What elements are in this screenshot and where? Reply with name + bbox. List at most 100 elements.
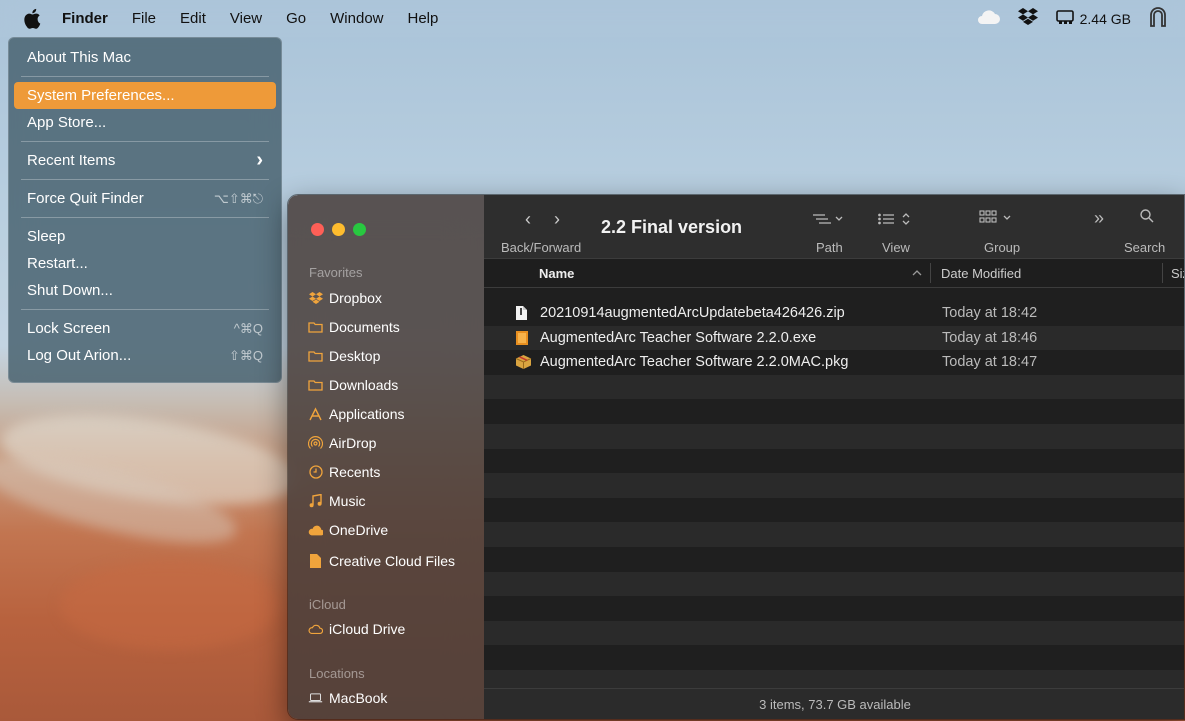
- sidebar-item-label: Music: [329, 493, 366, 509]
- empty-row: [484, 522, 1184, 547]
- menu-separator: [21, 217, 269, 218]
- finder-toolbar: ‹ › Back/Forward 2.2 Final version Path …: [484, 195, 1184, 258]
- sidebar-item-recents[interactable]: Recents: [308, 462, 380, 482]
- view-label: View: [882, 240, 910, 255]
- menu-item-lock-screen[interactable]: Lock Screen ^⌘Q: [14, 315, 276, 342]
- menu-bar: Finder File Edit View Go Window Help 2.4…: [0, 0, 1185, 37]
- menu-item-label: Recent Items: [27, 152, 116, 169]
- menu-item-recent-items[interactable]: Recent Items ›: [14, 147, 276, 174]
- empty-row: [484, 498, 1184, 523]
- music-icon: [308, 494, 323, 509]
- column-name[interactable]: Name: [539, 266, 574, 281]
- sidebar-item-label: Creative Cloud Files: [329, 553, 456, 569]
- document-icon: [308, 554, 323, 569]
- menu-item-log-out[interactable]: Log Out Arion... ⇧⌘Q: [14, 342, 276, 369]
- apple-logo-icon[interactable]: [20, 7, 44, 31]
- cloud-icon[interactable]: [976, 9, 1000, 28]
- menu-window[interactable]: Window: [330, 10, 383, 27]
- menu-finder[interactable]: Finder: [62, 10, 108, 27]
- sidebar-item-downloads[interactable]: Downloads: [308, 375, 398, 395]
- menu-separator: [21, 76, 269, 77]
- menu-item-shut-down[interactable]: Shut Down...: [14, 277, 276, 304]
- close-button[interactable]: [311, 223, 324, 236]
- storage-label: 2.44 GB: [1079, 10, 1131, 27]
- storage-indicator[interactable]: 2.44 GB: [1055, 10, 1131, 27]
- menu-go[interactable]: Go: [286, 10, 306, 27]
- minimize-button[interactable]: [332, 223, 345, 236]
- menu-separator: [21, 309, 269, 310]
- menu-item-app-store[interactable]: App Store...: [14, 109, 276, 136]
- cloud-icon: [308, 622, 323, 637]
- menu-item-sleep[interactable]: Sleep: [14, 223, 276, 250]
- column-divider: [1162, 263, 1163, 283]
- finder-sidebar: Favorites Dropbox Documents Desktop Down…: [288, 195, 484, 719]
- path-icon[interactable]: [812, 213, 844, 228]
- sidebar-item-applications[interactable]: Applications: [308, 404, 405, 424]
- dropbox-icon: [308, 291, 323, 306]
- empty-row: [484, 571, 1184, 597]
- file-date: Today at 18:42: [942, 305, 1038, 322]
- chevron-right-icon: ›: [256, 149, 263, 171]
- menu-item-label: Force Quit Finder: [27, 190, 144, 207]
- path-label: Path: [816, 240, 843, 255]
- menu-view[interactable]: View: [230, 10, 262, 27]
- sidebar-item-label: Dropbox: [329, 290, 382, 306]
- file-date: Today at 18:46: [942, 329, 1038, 346]
- back-button[interactable]: ‹: [525, 209, 531, 230]
- menu-edit[interactable]: Edit: [180, 10, 206, 27]
- sidebar-item-dropbox[interactable]: Dropbox: [308, 288, 382, 308]
- empty-row: [484, 547, 1184, 572]
- file-list: 20210914augmentedArcUpdatebeta426426.zip…: [484, 301, 1184, 695]
- sort-ascending-icon[interactable]: [912, 265, 922, 280]
- file-date: Today at 18:47: [942, 354, 1038, 371]
- sidebar-item-onedrive[interactable]: OneDrive: [308, 520, 388, 540]
- menu-separator: [21, 179, 269, 180]
- sidebar-item-icloud-drive[interactable]: iCloud Drive: [308, 619, 405, 639]
- zoom-button[interactable]: [353, 223, 366, 236]
- dropbox-icon[interactable]: [1017, 8, 1038, 29]
- sidebar-item-label: Downloads: [329, 377, 399, 393]
- sidebar-item-airdrop[interactable]: AirDrop: [308, 433, 376, 453]
- file-name: AugmentedArc Teacher Software 2.2.0MAC.p…: [540, 354, 849, 371]
- file-row[interactable]: AugmentedArc Teacher Software 2.2.0MAC.p…: [484, 350, 1184, 375]
- sidebar-item-desktop[interactable]: Desktop: [308, 346, 380, 366]
- sidebar-item-label: Applications: [329, 406, 405, 422]
- column-size[interactable]: Size: [1171, 266, 1184, 281]
- column-date-modified[interactable]: Date Modified: [941, 266, 1021, 281]
- menu-item-system-preferences[interactable]: System Preferences...: [14, 82, 276, 109]
- menu-item-about[interactable]: About This Mac: [14, 44, 276, 71]
- menu-help[interactable]: Help: [408, 10, 439, 27]
- more-toolbar-icon[interactable]: »: [1094, 208, 1104, 229]
- search-icon[interactable]: [1140, 209, 1154, 226]
- menu-item-label: Sleep: [27, 228, 66, 245]
- file-name: AugmentedArc Teacher Software 2.2.0.exe: [540, 329, 817, 346]
- section-locations: Locations: [309, 666, 365, 681]
- menu-item-force-quit[interactable]: Force Quit Finder ⌥⇧⌘⎋: [14, 185, 276, 212]
- apple-menu: About This Mac System Preferences... App…: [8, 37, 282, 383]
- sidebar-item-label: Documents: [329, 319, 400, 335]
- menu-item-restart[interactable]: Restart...: [14, 250, 276, 277]
- sidebar-item-music[interactable]: Music: [308, 491, 366, 511]
- clock-icon: [308, 465, 323, 480]
- view-icon[interactable]: [878, 212, 910, 229]
- menu-shortcut: ⇧⌘Q: [228, 347, 263, 363]
- user-icon[interactable]: [1149, 6, 1167, 31]
- sidebar-item-documents[interactable]: Documents: [308, 317, 400, 337]
- sidebar-item-creative-cloud[interactable]: Creative Cloud Files: [308, 551, 455, 571]
- file-row[interactable]: 20210914augmentedArcUpdatebeta426426.zip…: [484, 301, 1184, 326]
- menu-item-label: Restart...: [27, 255, 88, 272]
- group-icon[interactable]: [979, 210, 1013, 229]
- zip-file-icon: [515, 305, 530, 321]
- onedrive-icon: [308, 523, 323, 538]
- empty-row: [484, 449, 1184, 474]
- section-favorites: Favorites: [309, 265, 363, 280]
- window-title: 2.2 Final version: [601, 217, 743, 237]
- forward-button[interactable]: ›: [554, 209, 560, 230]
- menu-file[interactable]: File: [132, 10, 156, 27]
- file-row[interactable]: AugmentedArc Teacher Software 2.2.0.exe …: [484, 325, 1184, 351]
- sidebar-item-label: OneDrive: [329, 522, 389, 538]
- column-header: Name Date Modified Size: [484, 258, 1184, 288]
- sidebar-item-macbook[interactable]: MacBook: [308, 688, 387, 708]
- menu-separator: [21, 141, 269, 142]
- window-controls: [311, 223, 366, 236]
